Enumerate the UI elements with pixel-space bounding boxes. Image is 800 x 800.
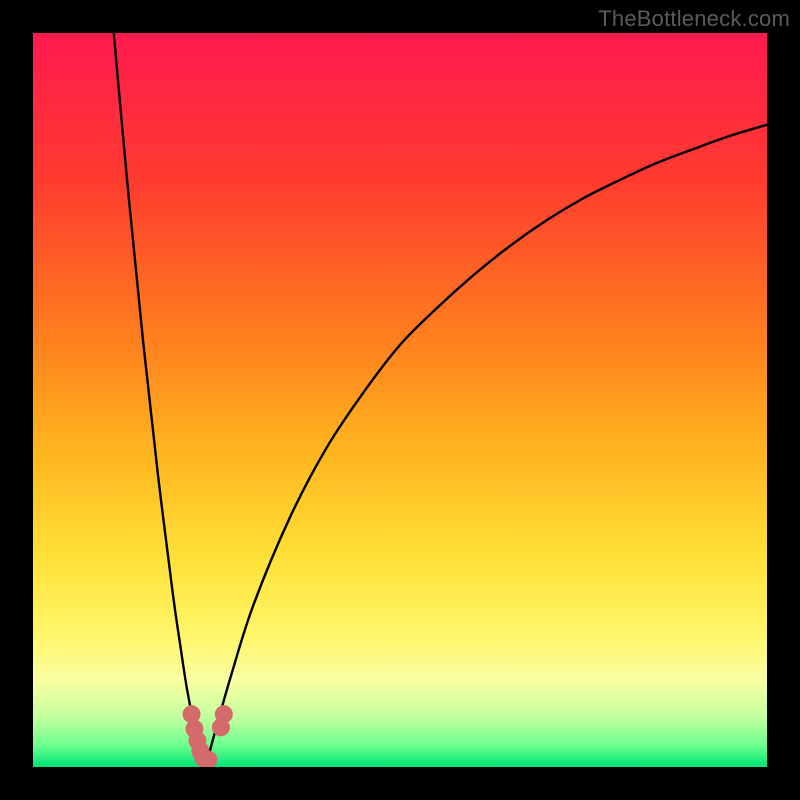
chart-frame: TheBottleneck.com (0, 0, 800, 800)
chart-svg (33, 33, 767, 767)
chart-background (33, 33, 767, 767)
cluster-dot (215, 705, 233, 723)
watermark-label: TheBottleneck.com (598, 6, 790, 32)
chart-plot-area (33, 33, 767, 767)
